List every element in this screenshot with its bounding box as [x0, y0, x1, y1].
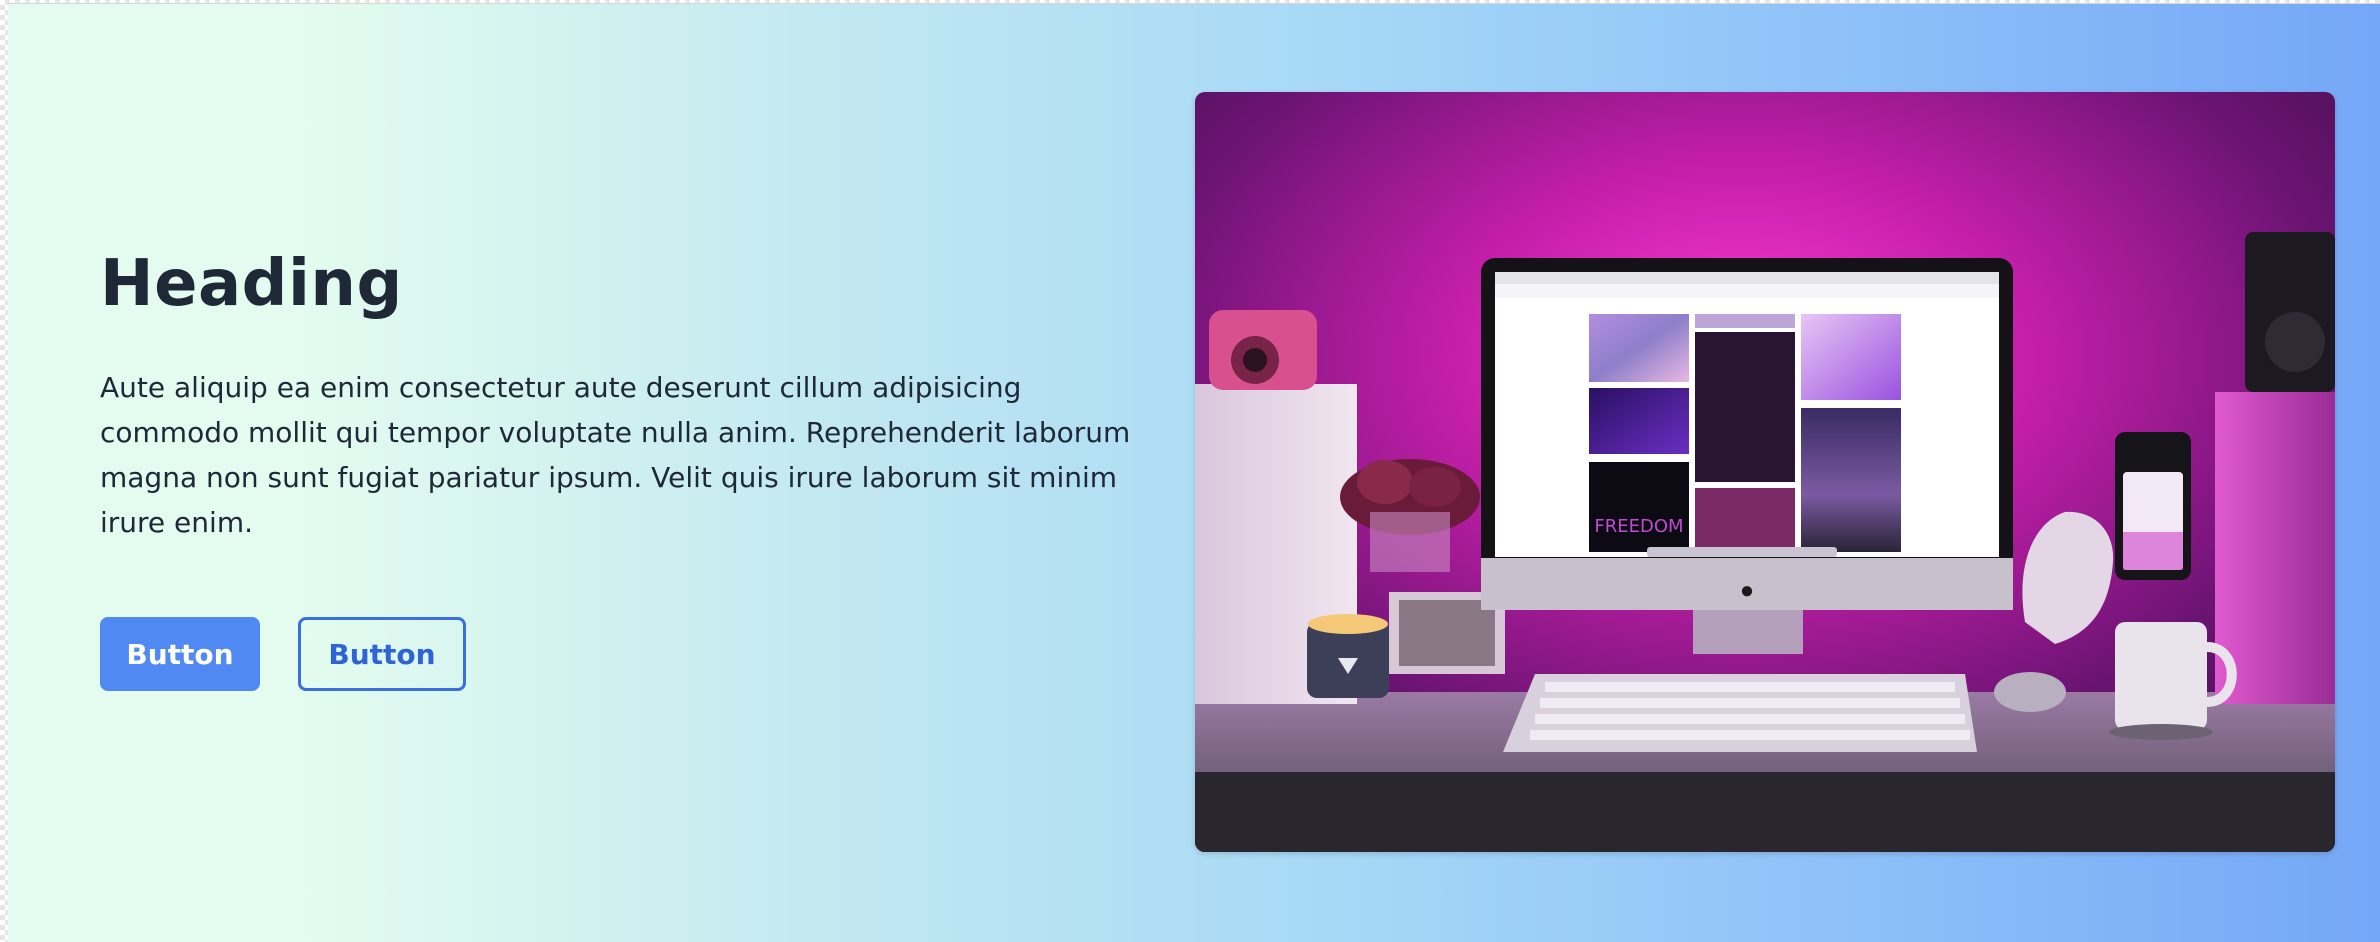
dock	[1647, 547, 1837, 557]
gallery-image	[1801, 314, 1901, 400]
hero-heading: Heading	[100, 247, 403, 321]
right-shelf-box	[2215, 392, 2335, 704]
coffee-mug	[2115, 622, 2207, 730]
monitor-stand	[1693, 610, 1803, 654]
secondary-button[interactable]: Button	[298, 617, 466, 692]
gallery-image	[1695, 488, 1795, 552]
gallery-image	[1695, 332, 1795, 482]
gallery-image	[1589, 388, 1689, 454]
mouse	[1994, 672, 2066, 712]
gallery-image	[1589, 462, 1689, 552]
freedom-text: FREEDOM	[1594, 516, 1683, 537]
gallery-image	[1801, 408, 1901, 552]
hero-body-text: Aute aliquip ea enim consectetur aute de…	[100, 371, 1131, 540]
desk-edge	[1195, 772, 2335, 852]
primary-button[interactable]: Button	[100, 617, 260, 692]
hero-content: Heading Aute aliquip ea enim consectetur…	[100, 247, 1180, 692]
hero-image: FREEDOM ●	[1195, 92, 2335, 852]
hero-button-row: Button Button	[100, 617, 1180, 692]
gallery-image	[1695, 314, 1795, 328]
apple-logo-icon: ●	[1740, 577, 1755, 604]
gallery-image	[1589, 314, 1689, 382]
